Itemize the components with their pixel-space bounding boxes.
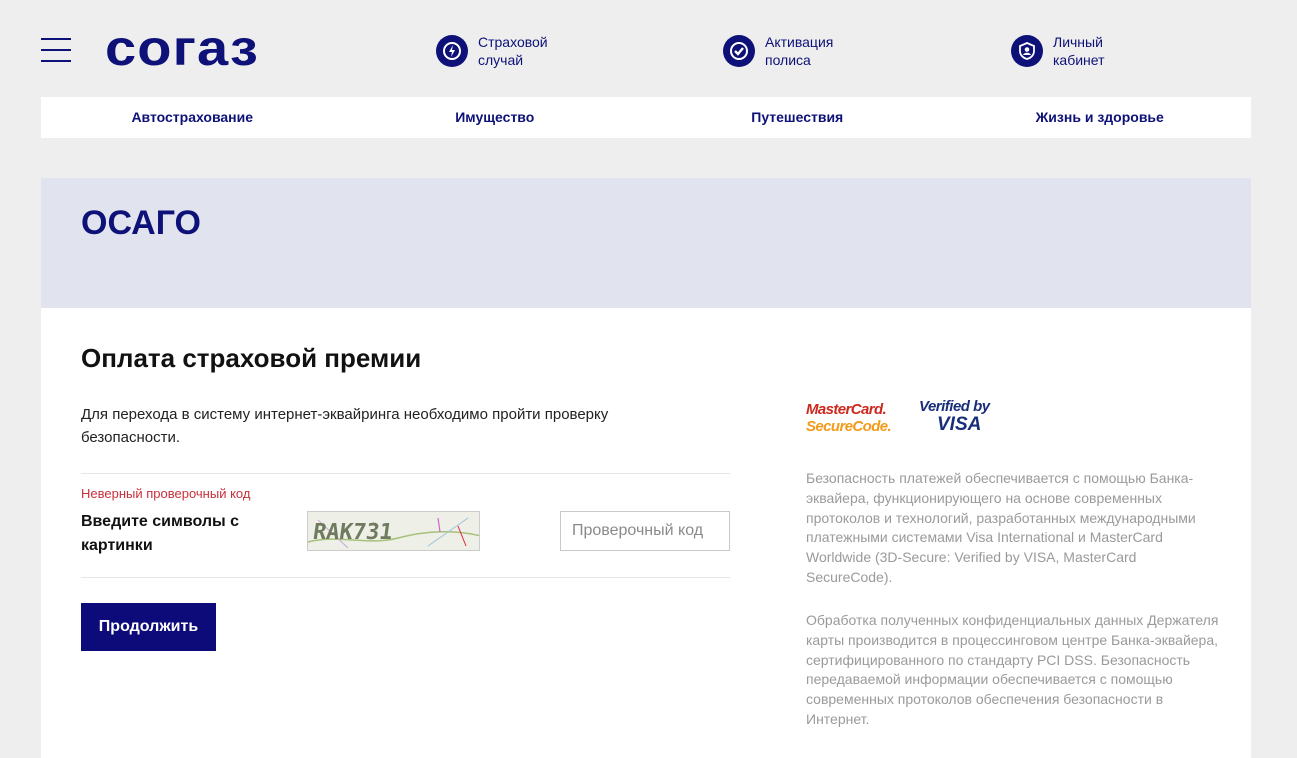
divider (81, 473, 730, 474)
quick-link-policy-activation[interactable]: Активация полиса (723, 33, 855, 69)
captcha-image: RAK731 (307, 511, 480, 551)
processing-text: Обработка полученных конфиденциальных да… (806, 612, 1219, 727)
hero-banner: ОСАГО (41, 178, 1251, 308)
security-text: Безопасность платежей обеспечивается с п… (806, 470, 1196, 585)
intro-text: Для перехода в систему интернет-эквайрин… (81, 406, 609, 446)
section-title: Оплата страховой премии (81, 343, 422, 373)
header: согаз Страховой случай Активация полиса … (0, 0, 1297, 97)
nav-item-auto[interactable]: Автострахование (41, 97, 344, 138)
captcha-label: Введите символы с картинки (81, 513, 239, 554)
page-title: ОСАГО (81, 204, 201, 242)
error-message: Неверный проверочный код (81, 486, 251, 501)
quick-link-label: Активация полиса (765, 34, 834, 68)
continue-button[interactable]: Продолжить (81, 603, 216, 651)
nav-item-property[interactable]: Имущество (344, 97, 647, 138)
quick-link-label: Страховой случай (478, 34, 548, 68)
captcha-text: RAK731 (311, 519, 394, 545)
main-nav: Автострахование Имущество Путешествия Жи… (41, 97, 1251, 138)
payment-card: Оплата страховой премии Для перехода в с… (41, 308, 1251, 758)
menu-icon[interactable] (41, 38, 71, 62)
quick-link-insurance-case[interactable]: Страховой случай (436, 33, 568, 69)
nav-item-life-health[interactable]: Жизнь и здоровье (949, 97, 1252, 138)
user-shield-icon (1011, 35, 1043, 67)
quick-link-label: Личный кабинет (1053, 34, 1105, 68)
bolt-icon (436, 35, 468, 67)
check-shield-icon (723, 35, 755, 67)
quick-link-personal-cabinet[interactable]: Личный кабинет (1011, 33, 1143, 69)
verified-by-visa-logo: Verified by VISA (919, 398, 990, 435)
logo[interactable]: согаз (105, 23, 259, 73)
mastercard-securecode-logo: MasterCard. SecureCode. (806, 401, 892, 435)
nav-item-travel[interactable]: Путешествия (646, 97, 949, 138)
captcha-code-input[interactable] (560, 511, 730, 551)
divider (81, 577, 730, 578)
